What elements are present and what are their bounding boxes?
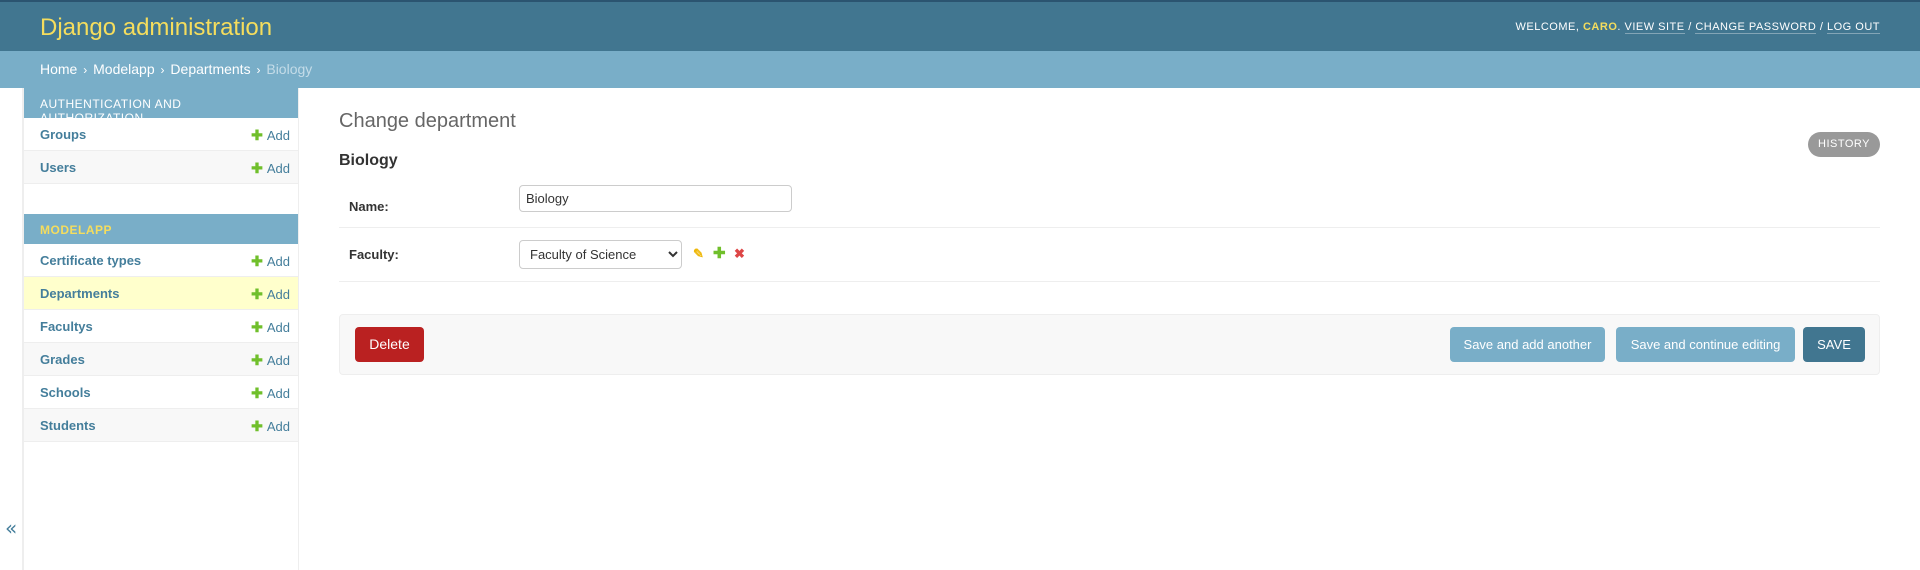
add-label: Add xyxy=(266,287,290,302)
username: caro xyxy=(1582,21,1618,33)
module-caption-auth[interactable]: Authentication and Authorization xyxy=(24,88,298,125)
plus-icon: ✚ xyxy=(251,385,263,401)
separator: / xyxy=(1688,21,1692,33)
sidebar-link-students[interactable]: Students xyxy=(40,418,96,433)
name-label: Name: xyxy=(349,199,389,214)
sidebar-item-certificate-types: Certificate types ✚ Add xyxy=(24,244,298,277)
sidebar-item-departments: Departments ✚ Add xyxy=(24,277,298,310)
x-icon[interactable]: ✖ xyxy=(734,246,745,262)
log-out-link[interactable]: Log out xyxy=(1826,21,1880,34)
save-and-continue-button[interactable]: Save and continue editing xyxy=(1616,327,1795,362)
add-label: Add xyxy=(266,161,290,176)
add-groups-link[interactable]: ✚ Add xyxy=(251,127,290,144)
sidebar-link-certificate-types[interactable]: Certificate types xyxy=(40,253,141,268)
plus-icon: ✚ xyxy=(251,352,263,368)
module-auth: Authentication and Authorization Groups … xyxy=(24,88,298,184)
plus-icon: ✚ xyxy=(251,127,263,143)
sidebar-item-grades: Grades ✚ Add xyxy=(24,343,298,376)
welcome-text: Welcome, xyxy=(1515,21,1580,33)
submit-row: Delete Save and add another Save and con… xyxy=(339,314,1880,375)
page-title: Change department xyxy=(339,110,516,132)
breadcrumb: Home › Modelapp › Departments › Biology xyxy=(0,51,1920,88)
form-row-name: Name: xyxy=(339,184,1880,228)
add-label: Add xyxy=(266,386,290,401)
toggle-sidebar-button[interactable]: « xyxy=(0,88,23,570)
sidebar-link-departments[interactable]: Departments xyxy=(40,286,119,301)
module-modelapp: Modelapp Certificate types ✚ Add Departme… xyxy=(24,214,298,442)
sidebar-item-students: Students ✚ Add xyxy=(24,409,298,442)
breadcrumb-separator: › xyxy=(160,63,165,77)
add-label: Add xyxy=(266,353,290,368)
save-button[interactable]: Save xyxy=(1803,327,1865,362)
object-title: Biology xyxy=(339,152,398,169)
add-facultys-link[interactable]: ✚ Add xyxy=(251,319,290,336)
add-users-link[interactable]: ✚ Add xyxy=(251,160,290,177)
plus-icon: ✚ xyxy=(251,286,263,302)
sidebar-item-facultys: Facultys ✚ Add xyxy=(24,310,298,343)
plus-icon: ✚ xyxy=(251,160,263,176)
site-brand[interactable]: Django administration xyxy=(40,14,272,42)
faculty-label: Faculty: xyxy=(349,247,399,262)
sidebar-link-grades[interactable]: Grades xyxy=(40,352,85,367)
breadcrumb-home[interactable]: Home xyxy=(40,61,77,77)
add-certificate-types-link[interactable]: ✚ Add xyxy=(251,253,290,270)
sidebar-link-facultys[interactable]: Facultys xyxy=(40,319,93,334)
name-field[interactable] xyxy=(519,185,792,212)
add-schools-link[interactable]: ✚ Add xyxy=(251,385,290,402)
breadcrumb-separator: › xyxy=(83,63,88,77)
sidebar-link-users[interactable]: Users xyxy=(40,160,76,175)
plus-icon[interactable]: ✚ xyxy=(713,244,726,262)
history-button[interactable]: History xyxy=(1808,132,1880,157)
sidebar-item-groups: Groups ✚ Add xyxy=(24,118,298,151)
breadcrumb-separator: › xyxy=(256,63,261,77)
collapse-icon[interactable]: « xyxy=(5,516,17,540)
user-tools: Welcome, caro. View site / Change passwo… xyxy=(1515,21,1880,34)
add-students-link[interactable]: ✚ Add xyxy=(251,418,290,435)
sidebar-item-schools: Schools ✚ Add xyxy=(24,376,298,409)
sidebar-link-groups[interactable]: Groups xyxy=(40,127,86,142)
plus-icon: ✚ xyxy=(251,418,263,434)
add-label: Add xyxy=(266,128,290,143)
separator: / xyxy=(1819,21,1824,33)
add-label: Add xyxy=(266,320,290,335)
add-departments-link[interactable]: ✚ Add xyxy=(251,286,290,303)
form-row-faculty: Faculty: Faculty of Science ✎ ✚ ✖ xyxy=(339,229,1880,282)
header: Django administration Welcome, caro. Vie… xyxy=(0,0,1920,51)
sidebar-item-users: Users ✚ Add xyxy=(24,151,298,184)
faculty-select[interactable]: Faculty of Science xyxy=(519,240,682,269)
add-label: Add xyxy=(266,254,290,269)
add-grades-link[interactable]: ✚ Add xyxy=(251,352,290,369)
plus-icon: ✚ xyxy=(251,253,263,269)
sidebar-link-schools[interactable]: Schools xyxy=(40,385,91,400)
plus-icon: ✚ xyxy=(251,319,263,335)
add-label: Add xyxy=(266,419,290,434)
breadcrumb-current: Biology xyxy=(266,61,313,77)
view-site-link[interactable]: View site xyxy=(1624,21,1685,34)
breadcrumb-app[interactable]: Modelapp xyxy=(93,61,155,77)
nav-sidebar: Authentication and Authorization Groups … xyxy=(23,88,299,570)
module-caption-modelapp[interactable]: Modelapp xyxy=(24,214,298,244)
save-and-add-another-button[interactable]: Save and add another xyxy=(1450,327,1605,362)
breadcrumb-model[interactable]: Departments xyxy=(170,61,250,77)
delete-button[interactable]: Delete xyxy=(355,327,424,362)
pencil-icon[interactable]: ✎ xyxy=(693,246,704,262)
change-password-link[interactable]: Change password xyxy=(1695,21,1817,34)
